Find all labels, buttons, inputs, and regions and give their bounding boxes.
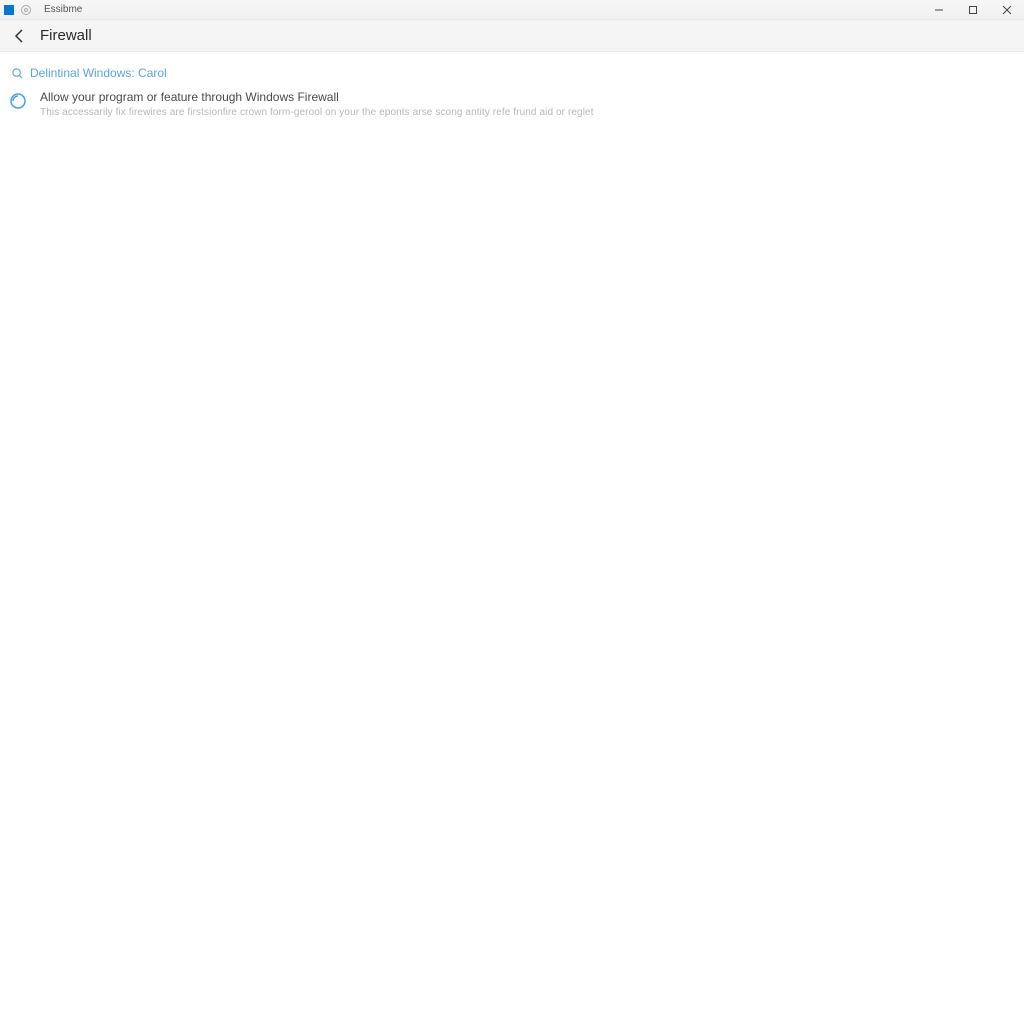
titlebar: Essibme [0, 0, 1024, 20]
section-text: Allow your program or feature through Wi… [40, 90, 594, 118]
titlebar-app-name: Essibme [44, 4, 82, 15]
content-area: Delintinal Windows: Carol Allow your pro… [0, 52, 1024, 118]
header: Firewall [0, 20, 1024, 52]
close-button[interactable] [990, 0, 1024, 19]
page-title: Firewall [40, 27, 92, 44]
allow-program-section: Allow your program or feature through Wi… [8, 90, 1016, 118]
section-title: Allow your program or feature through Wi… [40, 90, 594, 104]
app-icon [4, 5, 14, 15]
search-icon [10, 66, 24, 80]
shield-icon [8, 91, 28, 111]
settings-link-label[interactable]: Delintinal Windows: Carol [30, 66, 167, 80]
gear-icon [20, 4, 32, 16]
settings-link-row[interactable]: Delintinal Windows: Carol [10, 66, 1016, 80]
back-button[interactable] [6, 22, 34, 50]
section-description: This accessarily fix firewires are first… [40, 107, 594, 118]
minimize-button[interactable] [922, 0, 956, 19]
window-controls [922, 0, 1024, 19]
maximize-button[interactable] [956, 0, 990, 19]
titlebar-left: Essibme [0, 4, 82, 16]
